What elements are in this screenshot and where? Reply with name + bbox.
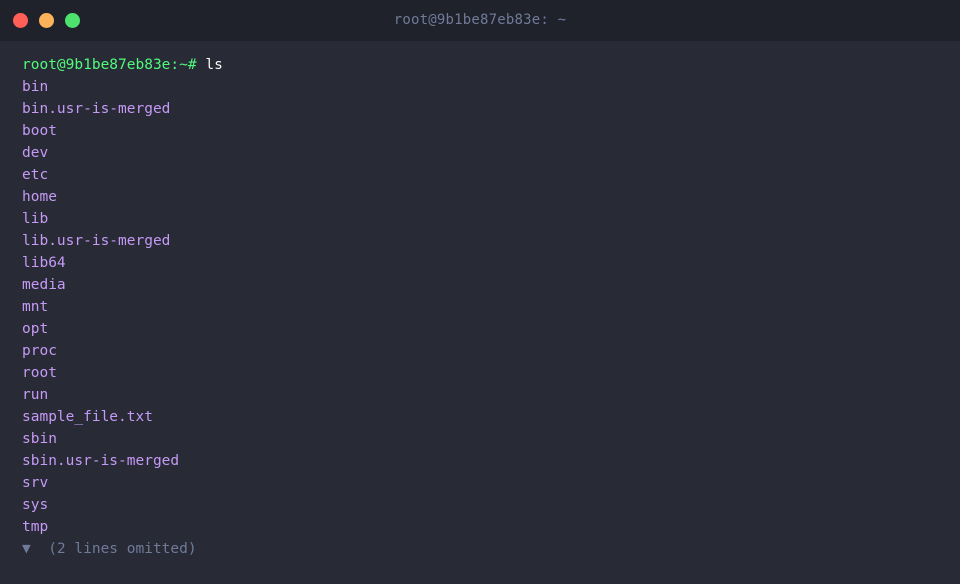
directory-listing: bin bin.usr-is-merged boot dev etc home … (22, 76, 942, 538)
terminal-output[interactable]: root@9b1be87eb83e:~# ls bin bin.usr-is-m… (22, 54, 942, 560)
listing-entry: media (22, 277, 66, 293)
listing-entry: home (22, 189, 57, 205)
terminal-window: root@9b1be87eb83e: ~ root@9b1be87eb83e:~… (0, 0, 960, 584)
listing-entry: bin (22, 79, 49, 95)
listing-entry: run (22, 387, 49, 403)
listing-entry: lib (22, 211, 49, 227)
listing-entry: srv (22, 475, 49, 491)
listing-entry: bin.usr-is-merged (22, 101, 171, 117)
listing-entry: dev (22, 145, 49, 161)
command-line: root@9b1be87eb83e:~# ls (22, 54, 942, 76)
listing-entry: mnt (22, 299, 49, 315)
listing-entry: tmp (22, 519, 49, 535)
window-title: root@9b1be87eb83e: ~ (393, 12, 567, 28)
shell-prompt: root@9b1be87eb83e:~# (22, 57, 197, 73)
command-text: ls (205, 57, 223, 73)
listing-entry: sys (22, 497, 49, 513)
listing-entry: lib.usr-is-merged (22, 233, 171, 249)
listing-entry: sample_file.txt (22, 409, 153, 425)
listing-entry: sbin.usr-is-merged (22, 453, 180, 469)
omitted-lines-toggle[interactable]: ▼ (2 lines omitted) (22, 538, 942, 560)
title-bar: root@9b1be87eb83e: ~ (0, 0, 960, 41)
listing-entry: etc (22, 167, 49, 183)
listing-entry: proc (22, 343, 57, 359)
listing-entry: root (22, 365, 57, 381)
listing-entry: boot (22, 123, 57, 139)
listing-entry: opt (22, 321, 49, 337)
listing-entry: lib64 (22, 255, 66, 271)
listing-entry: sbin (22, 431, 57, 447)
